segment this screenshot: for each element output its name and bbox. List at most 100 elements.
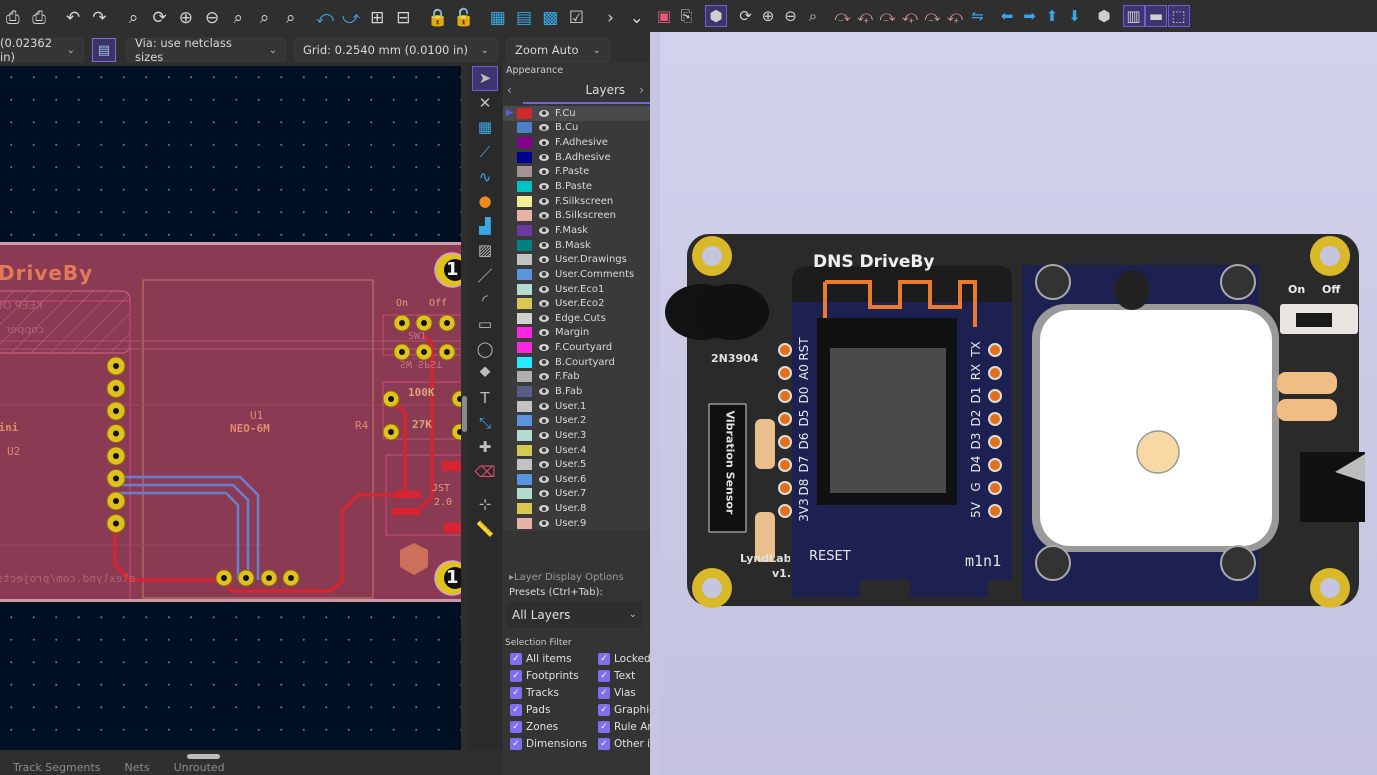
visibility-eye-icon[interactable]: [539, 168, 549, 176]
checkbox-check-icon[interactable]: ✓: [510, 652, 522, 665]
layer-row[interactable]: User.Drawings: [503, 252, 650, 267]
visibility-eye-icon[interactable]: [539, 197, 549, 205]
dimension-icon[interactable]: ⤡: [472, 410, 498, 435]
visibility-eye-icon[interactable]: [539, 256, 549, 264]
visibility-eye-icon[interactable]: [539, 344, 549, 352]
zoom-in-icon[interactable]: ⊕: [757, 5, 779, 27]
route-track-icon[interactable]: ⟋: [472, 140, 498, 165]
rectangle-icon[interactable]: ▭: [472, 312, 498, 337]
rotate-y-cw-icon[interactable]: ⤼: [877, 5, 899, 27]
layer-row[interactable]: User.1: [503, 399, 650, 414]
selection-filter-checkbox[interactable]: ✓ Graphics: [598, 703, 650, 717]
visibility-eye-icon[interactable]: [539, 475, 549, 483]
layer-color-swatch[interactable]: [517, 517, 532, 529]
pan-down-icon[interactable]: ⬇: [1064, 5, 1086, 27]
layer-color-swatch[interactable]: [517, 151, 532, 163]
auto-track-width-button[interactable]: ▤: [92, 38, 116, 62]
ungroup-icon[interactable]: ⊟: [391, 5, 417, 31]
checkbox-check-icon[interactable]: ✓: [598, 720, 610, 733]
circle-icon[interactable]: ◯: [472, 337, 498, 362]
pan-left-icon[interactable]: ⬅: [996, 5, 1018, 27]
checkbox-check-icon[interactable]: ✓: [598, 737, 610, 750]
arc-icon[interactable]: ◜: [472, 287, 498, 312]
selection-filter-checkbox[interactable]: ✓ Footprints: [510, 669, 598, 683]
layer-color-swatch[interactable]: [517, 122, 532, 134]
grid-select[interactable]: Grid: 0.2540 mm (0.0100 in) ⌄: [294, 38, 498, 62]
layer-color-swatch[interactable]: [517, 503, 532, 515]
checkbox-check-icon[interactable]: ✓: [510, 737, 522, 750]
layer-row[interactable]: Edge.Cuts: [503, 311, 650, 326]
layer-color-swatch[interactable]: [517, 195, 532, 207]
drc-icon[interactable]: ☑: [564, 5, 590, 31]
zoom-selection-icon[interactable]: ⌕: [278, 5, 304, 31]
visibility-eye-icon[interactable]: [539, 358, 549, 366]
layer-row[interactable]: B.Fab: [503, 384, 650, 399]
zoom-select[interactable]: Zoom Auto ⌄: [506, 38, 610, 62]
visibility-eye-icon[interactable]: [539, 329, 549, 337]
visibility-eye-icon[interactable]: [539, 417, 549, 425]
copy-icon[interactable]: ⎘: [676, 5, 698, 27]
layer-color-swatch[interactable]: [517, 415, 532, 427]
selection-filter-checkbox[interactable]: ✓ All items: [510, 652, 598, 666]
visibility-eye-icon[interactable]: [539, 300, 549, 308]
layer-color-swatch[interactable]: [517, 254, 532, 266]
visibility-eye-icon[interactable]: [539, 226, 549, 234]
visibility-eye-icon[interactable]: [539, 124, 549, 132]
selection-filter-checkbox[interactable]: ✓ Other items: [598, 737, 650, 751]
checkbox-check-icon[interactable]: ✓: [510, 686, 522, 699]
layer-row[interactable]: User.3: [503, 428, 650, 443]
flip-board-icon[interactable]: ⇋: [967, 5, 989, 27]
visibility-eye-icon[interactable]: [539, 402, 549, 410]
visibility-eye-icon[interactable]: [539, 519, 549, 527]
layer-color-swatch[interactable]: [517, 385, 532, 397]
layer-color-swatch[interactable]: [517, 298, 532, 310]
layer-row[interactable]: User.7: [503, 487, 650, 502]
layer-row[interactable]: User.6: [503, 472, 650, 487]
show-tht-icon[interactable]: ▥: [1122, 5, 1145, 27]
layer-color-swatch[interactable]: [517, 283, 532, 295]
footprint-browser-icon[interactable]: ▩: [537, 5, 563, 31]
layer-row[interactable]: User.5: [503, 457, 650, 472]
zone-icon[interactable]: ▨: [472, 238, 498, 263]
zoom-fit-icon[interactable]: ⌕: [225, 5, 251, 31]
group-icon[interactable]: ⊞: [364, 5, 390, 31]
rotate-y-ccw-icon[interactable]: ⤽: [899, 5, 921, 27]
checkbox-check-icon[interactable]: ✓: [510, 720, 522, 733]
layer-color-swatch[interactable]: [517, 444, 532, 456]
visibility-eye-icon[interactable]: [539, 490, 549, 498]
zoom-fit-icon[interactable]: ⌕: [802, 5, 824, 27]
visibility-eye-icon[interactable]: [539, 446, 549, 454]
layer-row[interactable]: Margin: [503, 326, 650, 341]
undo-icon[interactable]: ↶: [60, 5, 86, 31]
layer-row[interactable]: User.Eco2: [503, 296, 650, 311]
checkbox-check-icon[interactable]: ✓: [510, 669, 522, 682]
unlock-icon[interactable]: 🔓: [451, 5, 477, 31]
measure-icon[interactable]: 📏: [472, 517, 498, 542]
layer-color-swatch[interactable]: [517, 473, 532, 485]
presets-select[interactable]: All Layers ⌄: [507, 601, 642, 628]
raytrace-icon[interactable]: ⬢: [705, 5, 727, 27]
visibility-eye-icon[interactable]: [539, 241, 549, 249]
grid-origin-icon[interactable]: ⊹: [472, 492, 498, 517]
layer-color-swatch[interactable]: [517, 224, 532, 236]
layer-color-swatch[interactable]: [517, 210, 532, 222]
zoom-in-icon[interactable]: ⊕: [173, 5, 199, 31]
layer-color-swatch[interactable]: [517, 371, 532, 383]
layer-color-swatch[interactable]: [517, 488, 532, 500]
layer-row[interactable]: B.Silkscreen: [503, 208, 650, 223]
checkbox-check-icon[interactable]: ✓: [598, 703, 610, 716]
selection-filter-checkbox[interactable]: ✓ Text: [598, 669, 650, 683]
checkbox-check-icon[interactable]: ✓: [598, 652, 610, 665]
footprint-icon[interactable]: ▦: [472, 115, 498, 140]
layer-display-options-toggle[interactable]: ▸Layer Display Options: [503, 568, 650, 587]
status-tab[interactable]: Unrouted: [174, 761, 225, 774]
layer-row[interactable]: B.Paste: [503, 179, 650, 194]
visibility-eye-icon[interactable]: [539, 431, 549, 439]
rotate-x-cw-icon[interactable]: ⤼: [832, 5, 854, 27]
canvas-scrollbar[interactable]: [462, 396, 467, 432]
selection-filter-checkbox[interactable]: ✓ Locked items: [598, 652, 650, 666]
plot-icon[interactable]: ⎙: [26, 5, 52, 31]
anchor-icon[interactable]: ✚: [472, 435, 498, 460]
layer-color-swatch[interactable]: [517, 268, 532, 280]
checkbox-check-icon[interactable]: ✓: [510, 703, 522, 716]
